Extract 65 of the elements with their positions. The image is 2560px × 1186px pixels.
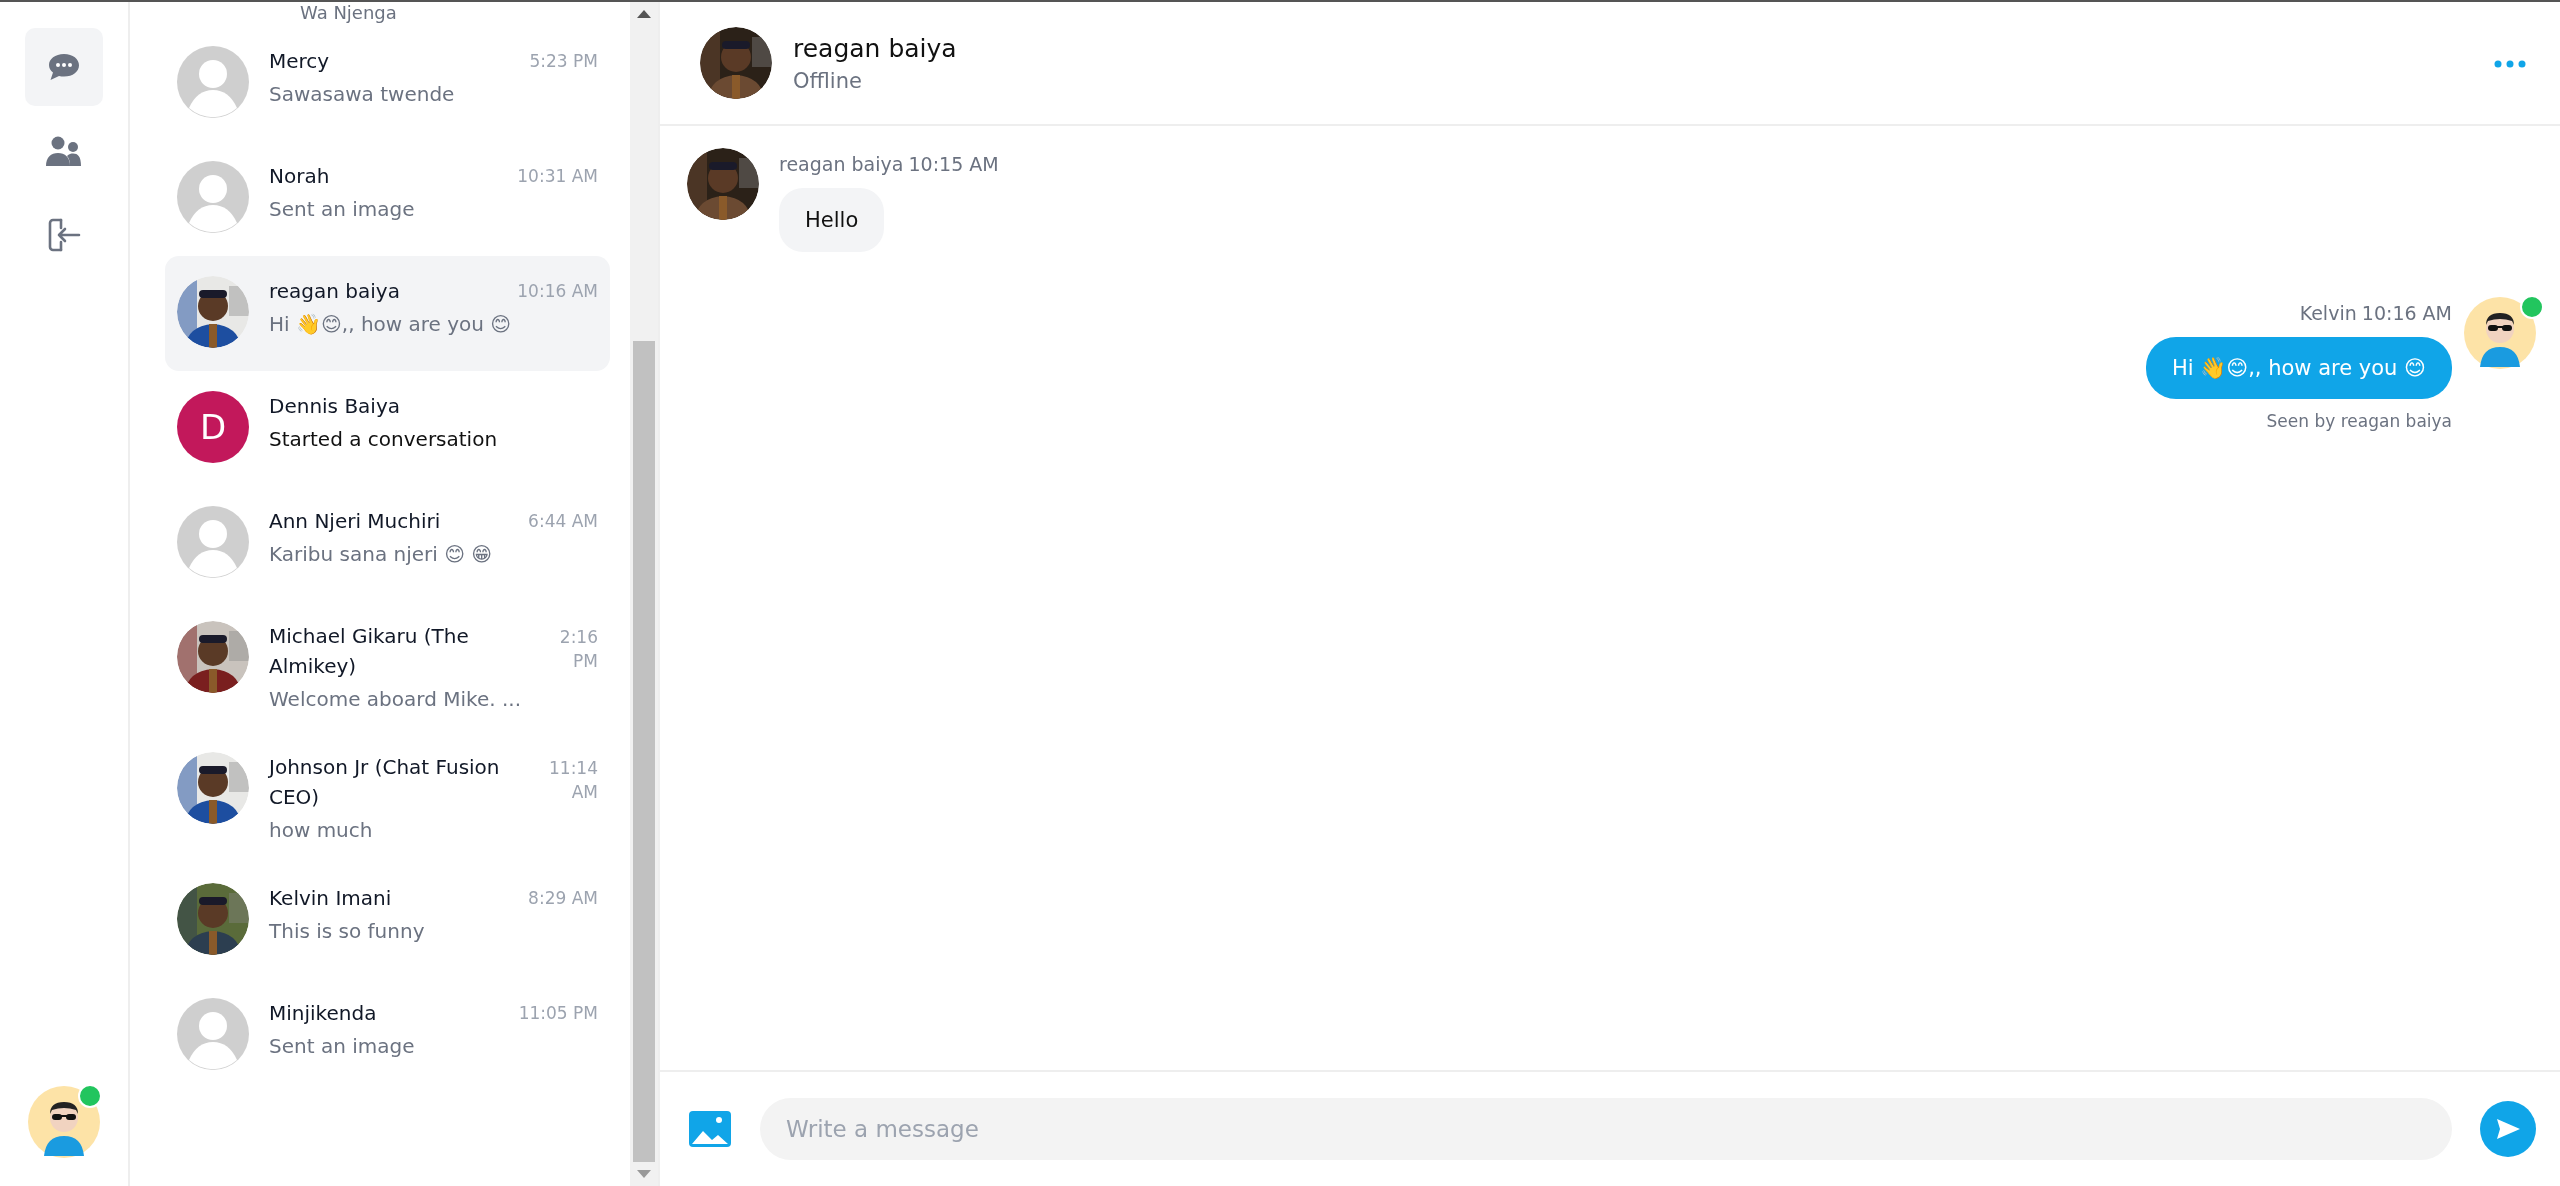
contact-name: Dennis Baiya (269, 393, 400, 420)
message-time: 11:05 PM (518, 1002, 598, 1025)
conversation-preview: Sent an image (269, 197, 416, 221)
message-time: 10:31 AM (517, 165, 598, 188)
conversation-item[interactable]: Michael Gikaru (The Almikey) 2:16 PM Welcome aboard Mike. ... (165, 601, 610, 732)
sender-name: reagan baiya (779, 153, 904, 175)
message-time: 8:29 AM (528, 887, 598, 910)
scroll-up-icon[interactable] (637, 10, 651, 18)
message-bubble: Hi 👋😊,, how are you 😊 (2145, 337, 2452, 399)
more-icon (2494, 59, 2526, 68)
contact-name: Michael Gikaru (The Almikey) (269, 623, 470, 680)
contact-name: Johnson Jr (Chat Fusion CEO) (269, 754, 501, 811)
message-time: 11:14 AM (548, 757, 598, 804)
conversation-preview: how much (269, 818, 374, 842)
nav-button[interactable] (25, 28, 103, 106)
conversation-item[interactable]: Mercy 5:23 PM Sawasawa twende (165, 26, 610, 141)
send-icon (2495, 1117, 2521, 1141)
message-time: 6:44 AM (528, 510, 598, 533)
contact-name: Kelvin Imani (269, 885, 392, 912)
initial-avatar: D (177, 391, 249, 463)
conversation-preview: This is so funny (269, 919, 426, 943)
image-icon (688, 1110, 732, 1148)
conversation-item[interactable]: Ann Njeri Muchiri 6:44 AM Karibu sana njeri 😊 😁 (165, 486, 610, 601)
contact-name: Minjikenda (269, 1000, 377, 1027)
send-button[interactable] (2480, 1101, 2536, 1157)
message-time: 10:16 AM (517, 280, 598, 303)
logout-icon (47, 218, 81, 252)
contact-name: Mercy (269, 48, 330, 75)
people-icon (46, 135, 82, 167)
conversation-item[interactable]: Norah 10:31 AM Sent an image (165, 141, 610, 256)
attach-image-button[interactable] (688, 1110, 732, 1148)
message-time: 5:23 PM (529, 50, 598, 73)
message-bubble: Hello (779, 188, 885, 252)
default-avatar-icon (177, 998, 249, 1070)
message-time: 10:15 AM (908, 153, 999, 175)
message-time: 2:16 PM (558, 626, 598, 673)
user-avatar-drawing (28, 1086, 100, 1158)
conversation-preview: Sawasawa twende (269, 82, 456, 106)
conversation-preview: Hi 👋😊,, how are you 😊 (269, 312, 513, 336)
conversation-preview: Wa Njenga (300, 2, 397, 23)
contact-status: Offline (793, 68, 863, 93)
sender-name: Kelvin (2299, 302, 2357, 324)
scrollbar-thumb[interactable] (633, 341, 655, 1162)
conversation-item[interactable]: reagan baiya 10:16 AM Hi 👋😊,, how are you 😊 (165, 256, 610, 371)
conversation-preview: Karibu sana njeri 😊 😁 (269, 542, 494, 566)
message-time: 10:16 AM (2361, 302, 2452, 324)
chat-icon (47, 52, 81, 82)
default-avatar-icon (177, 161, 249, 233)
default-avatar-icon (177, 506, 249, 578)
conversation-preview: Welcome aboard Mike. ... (269, 687, 522, 711)
seen-status: Seen by reagan baiya (2266, 411, 2452, 431)
message-input[interactable]: Write a message (760, 1098, 2452, 1160)
conversation-item[interactable]: Minjikenda 11:05 PM Sent an image (165, 978, 610, 1093)
conversation-item[interactable]: D Dennis Baiya Started a conversation (165, 371, 610, 486)
user-avatar-drawing (2464, 297, 2536, 369)
conversation-item[interactable]: Kelvin Imani 8:29 AM This is so funny (165, 863, 610, 978)
default-avatar-icon (177, 46, 249, 118)
scroll-down-icon[interactable] (637, 1170, 651, 1178)
conversation-preview: Started a conversation (269, 427, 499, 451)
chat-contact-name: reagan baiya (793, 33, 957, 63)
conversation-item[interactable]: Johnson Jr (Chat Fusion CEO) 11:14 AM how much (165, 732, 610, 863)
contact-name: Norah (269, 163, 330, 190)
conversation-preview: Sent an image (269, 1034, 416, 1058)
contact-name: reagan baiya (269, 278, 400, 305)
contact-name: Ann Njeri Muchiri (269, 508, 441, 535)
